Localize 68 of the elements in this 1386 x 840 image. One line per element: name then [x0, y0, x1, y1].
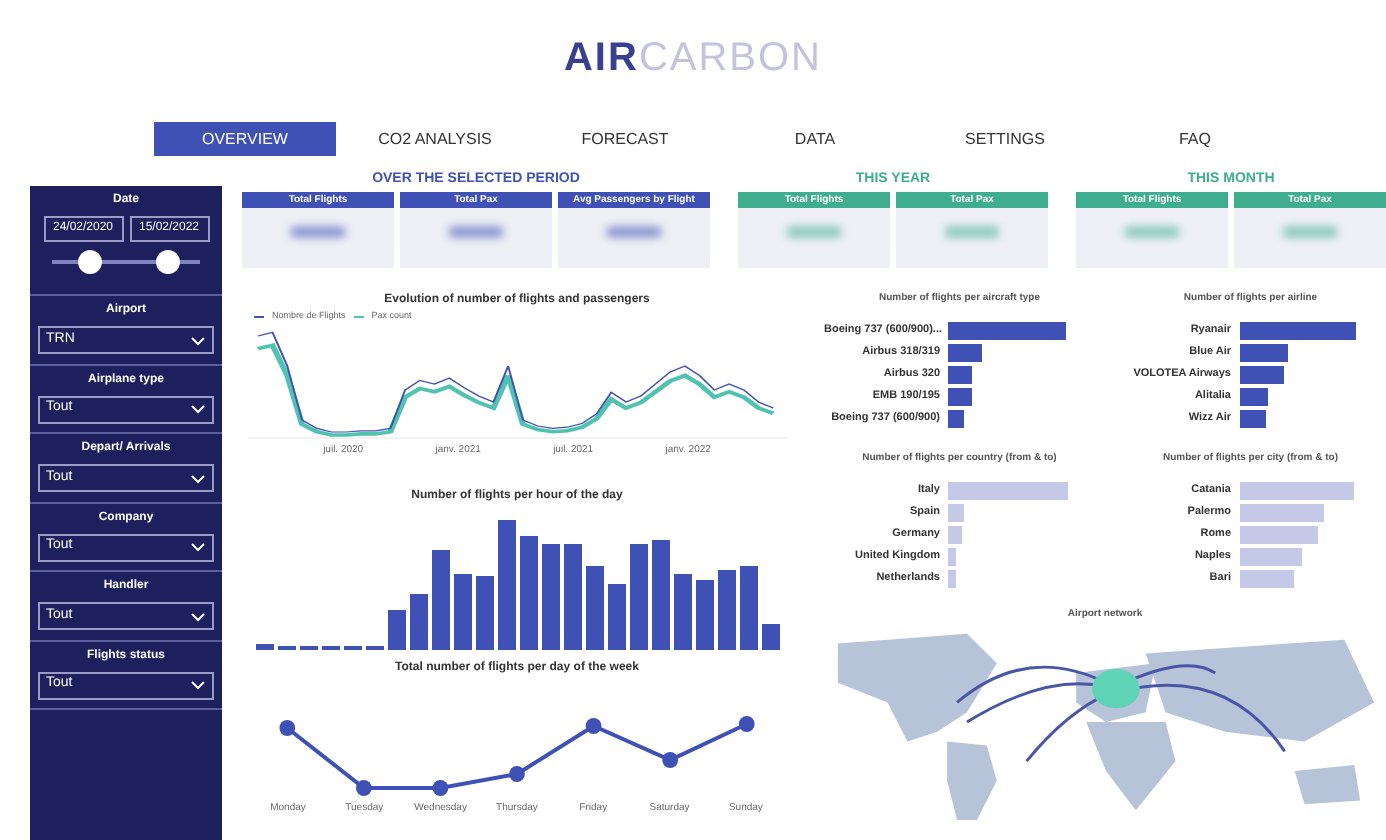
- chevron-down-icon: [190, 473, 206, 483]
- bar: [387, 610, 405, 650]
- blurred-value: [1124, 226, 1180, 238]
- bar: [475, 576, 493, 650]
- bar: [607, 584, 625, 650]
- bar: [695, 580, 713, 650]
- bar: [497, 520, 515, 650]
- bar: [1239, 409, 1266, 427]
- bar: [948, 343, 983, 361]
- slider-thumb[interactable]: [77, 250, 101, 274]
- tab[interactable]: SETTINGS: [914, 122, 1096, 156]
- bar: [1239, 365, 1284, 383]
- chevron-down-icon: [190, 542, 206, 552]
- blurred-value: [786, 226, 842, 238]
- bar: [519, 536, 537, 650]
- bar: [948, 481, 1069, 499]
- data-point: [584, 718, 601, 734]
- data-point: [278, 720, 295, 736]
- bar: [541, 544, 559, 650]
- tab[interactable]: CO2 ANALYSIS: [344, 122, 526, 156]
- data-point: [431, 780, 448, 796]
- data-point: [508, 766, 524, 782]
- bar: [1239, 547, 1301, 565]
- blurred-value: [606, 226, 662, 238]
- tab[interactable]: FAQ: [1104, 122, 1286, 156]
- bar: [1239, 321, 1357, 339]
- bar: [948, 569, 956, 587]
- bar: [1239, 343, 1289, 361]
- bar: [409, 594, 427, 650]
- bar: [629, 544, 647, 650]
- bar: [1239, 525, 1318, 543]
- bar: [1239, 503, 1324, 521]
- bar: [948, 365, 973, 383]
- bar: [453, 574, 471, 650]
- data-point: [737, 716, 754, 732]
- tab[interactable]: OVERVIEW: [154, 122, 336, 156]
- bar: [673, 574, 691, 650]
- bar: [431, 550, 449, 650]
- bar: [948, 321, 1066, 339]
- bar: [1239, 481, 1354, 499]
- bar: [948, 547, 957, 565]
- chevron-down-icon: [190, 404, 206, 414]
- blurred-value: [290, 226, 346, 238]
- bar: [585, 566, 603, 650]
- bar: [948, 387, 972, 405]
- data-point: [661, 752, 678, 768]
- blurred-value: [1282, 226, 1338, 238]
- bar: [1239, 387, 1269, 405]
- bar: [739, 566, 757, 650]
- chevron-down-icon: [190, 611, 206, 621]
- bar: [255, 644, 273, 650]
- tab[interactable]: FORECAST: [534, 122, 716, 156]
- chevron-down-icon: [190, 335, 206, 345]
- bar: [717, 570, 735, 650]
- logo: AIRCARBON: [563, 38, 823, 78]
- data-point: [355, 780, 371, 796]
- bar: [651, 540, 669, 650]
- slider-thumb[interactable]: [155, 250, 180, 274]
- bar: [948, 503, 965, 521]
- bar: [948, 525, 962, 543]
- blurred-value: [448, 226, 504, 238]
- chevron-down-icon: [190, 680, 206, 690]
- blurred-value: [944, 226, 1000, 238]
- bar: [948, 409, 965, 427]
- bar: [761, 624, 779, 650]
- tab[interactable]: DATA: [724, 122, 906, 156]
- bar: [563, 544, 581, 650]
- bar: [1239, 569, 1295, 587]
